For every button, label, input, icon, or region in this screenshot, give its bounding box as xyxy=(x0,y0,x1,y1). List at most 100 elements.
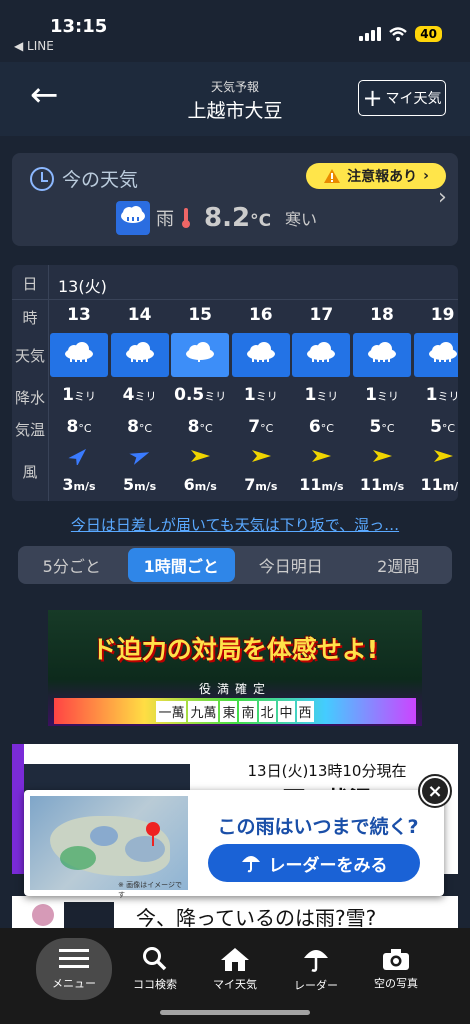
forecast-hour: 15 xyxy=(188,305,213,325)
current-weather-card[interactable]: 今の天気 注意報あり › 雨 8.2°C 寒い › xyxy=(12,153,458,246)
nav-radar-label: レーダー xyxy=(294,979,338,992)
forecast-wind-speed: 11m/s xyxy=(420,475,458,494)
hourly-forecast-table[interactable]: 日 時 天気 降水 気温 風 13(火) 13 1ミリ 8°C 3m/s 14 4ミリ 8°… xyxy=(12,265,458,501)
row-label-wind: 風 xyxy=(22,463,38,481)
status-time: 13:15 xyxy=(50,16,108,37)
nav-my-weather-label: マイ天気 xyxy=(213,978,257,991)
alert-badge[interactable]: 注意報あり › xyxy=(306,163,446,189)
forecast-temp: 8°C xyxy=(66,417,92,437)
camera-icon xyxy=(383,949,409,970)
news2-title: 今、降っているのは雨?雪? xyxy=(136,906,377,930)
forecast-wind-speed: 5m/s xyxy=(123,475,157,494)
forecast-hour: 17 xyxy=(309,305,334,325)
forecast-wind-speed: 11m/s xyxy=(359,475,405,494)
forecast-precip: 1ミリ xyxy=(304,385,339,405)
clock-icon xyxy=(30,166,54,191)
interval-tabs: 5分ごと 1時間ごと 今日明日 2週間 xyxy=(18,546,452,584)
news-accent-bar xyxy=(12,744,24,874)
status-icons: 40 xyxy=(359,26,442,42)
forecast-hour: 18 xyxy=(370,305,394,325)
rain-icon xyxy=(231,333,290,377)
nav-my-weather[interactable]: マイ天気 xyxy=(197,938,273,1000)
close-icon: × xyxy=(422,778,448,804)
forecast-precip: 1ミリ xyxy=(365,385,399,405)
news-card-2[interactable]: 今、降っているのは雨?雪? xyxy=(12,896,458,930)
ad-tile: 一萬 xyxy=(156,700,187,722)
wind-arrow-icon xyxy=(231,447,291,465)
ad-tile: 北 xyxy=(258,700,276,722)
mahjong-ad-banner[interactable]: ド迫力の対局を体感せよ! 役満確定 一萬 九萬東南北中西 xyxy=(48,610,422,726)
chevron-right-icon: › xyxy=(423,168,429,184)
rain-icon xyxy=(116,201,150,235)
nav-sky-photos[interactable]: 空の写真 xyxy=(358,938,434,1000)
forecast-precip: 1ミリ xyxy=(62,385,96,405)
current-weather-label: 雨 xyxy=(156,209,174,230)
radar-promo-popup[interactable]: ※ 画像はイメージです この雨はいつまで続く? レーダーをみる xyxy=(24,790,444,899)
feels-like-label: 寒い xyxy=(285,210,318,229)
row-label-temp: 気温 xyxy=(14,421,45,439)
forecast-wind-speed: 7m/s xyxy=(244,475,278,494)
tab-5min[interactable]: 5分ごと xyxy=(18,548,126,582)
forecast-wind-speed: 11m/s xyxy=(299,475,344,494)
ad-headline: ド迫力の対局を体感せよ! xyxy=(91,635,379,664)
chevron-right-icon[interactable]: › xyxy=(438,185,447,210)
ad-tile: 南 xyxy=(239,700,257,722)
alert-label: 注意報あり xyxy=(347,169,418,185)
radar-map-thumbnail: ※ 画像はイメージです xyxy=(30,796,188,899)
menu-icon xyxy=(59,949,89,968)
rain-icon xyxy=(292,333,351,377)
back-to-app-link[interactable]: ◀ LINE xyxy=(14,39,54,53)
wind-arrow-icon xyxy=(170,447,230,465)
forecast-hour: 14 xyxy=(127,305,152,325)
light-rain-icon xyxy=(171,333,230,377)
forecast-temp: 7°C xyxy=(248,417,274,437)
tab-2weeks[interactable]: 2週間 xyxy=(345,548,453,582)
current-weather-heading: 今の天気 xyxy=(30,165,138,192)
tab-hourly[interactable]: 1時間ごと xyxy=(127,548,235,582)
add-my-weather-button[interactable]: + マイ天気 xyxy=(358,80,446,116)
tab-today-tomorrow[interactable]: 今日明日 xyxy=(237,548,345,582)
forecast-precip: 1ミリ xyxy=(425,385,458,405)
current-temperature: 8.2°C xyxy=(204,203,272,233)
forecast-precip: 1ミリ xyxy=(243,385,278,405)
home-icon xyxy=(221,948,249,971)
nav-search[interactable]: ココ検索 xyxy=(117,938,193,1000)
row-label-weather: 天気 xyxy=(14,347,45,365)
ad-tile: 九萬 xyxy=(188,700,219,722)
signal-icon xyxy=(359,27,382,41)
search-icon xyxy=(143,947,167,971)
rain-icon xyxy=(413,333,458,377)
image-note: ※ 画像はイメージです xyxy=(118,881,182,899)
forecast-precip: 4ミリ xyxy=(122,385,157,405)
nav-search-label: ココ検索 xyxy=(133,978,177,991)
forecast-hour: 16 xyxy=(248,305,273,325)
popup-question: この雨はいつまで続く? xyxy=(217,816,419,838)
row-label-day: 日 xyxy=(22,275,38,293)
close-popup-button[interactable]: × xyxy=(418,774,452,808)
wind-arrow-icon xyxy=(413,447,458,465)
forecast-column: 15 0.5ミリ 8°C 6m/s xyxy=(170,265,230,501)
status-bar: 13:15 ◀ LINE 40 xyxy=(0,0,470,62)
nav-menu[interactable]: メニュー xyxy=(36,938,112,1000)
rain-icon xyxy=(353,333,411,377)
view-radar-label: レーダーをみる xyxy=(268,855,388,876)
weather-summary-link[interactable]: 今日は日差しが届いても天気は下り坂で、湿っ… xyxy=(0,514,470,535)
view-radar-button[interactable]: レーダーをみる xyxy=(208,844,420,882)
wifi-icon xyxy=(389,27,408,41)
wind-arrow-icon xyxy=(110,447,170,465)
forecast-column: 13 1ミリ 8°C 3m/s xyxy=(49,265,109,501)
current-weather-row: 雨 8.2°C 寒い xyxy=(116,201,317,235)
ad-tiles: 一萬 九萬東南北中西 xyxy=(54,698,416,724)
forecast-temp: 8°C xyxy=(187,417,213,437)
battery-icon: 40 xyxy=(415,26,442,42)
current-weather-title: 今の天気 xyxy=(62,169,139,191)
forecast-temp: 5°C xyxy=(369,417,395,437)
nav-radar[interactable]: レーダー xyxy=(278,938,354,1000)
news-date: 13日(火)13時10分現在 xyxy=(247,762,407,780)
forecast-wind-speed: 3m/s xyxy=(62,475,96,494)
forecast-precip: 0.5ミリ xyxy=(174,385,227,405)
avatar xyxy=(32,904,54,926)
plus-icon: + xyxy=(362,84,383,112)
ad-tile: 東 xyxy=(220,700,238,722)
row-label-precip: 降水 xyxy=(14,389,45,407)
